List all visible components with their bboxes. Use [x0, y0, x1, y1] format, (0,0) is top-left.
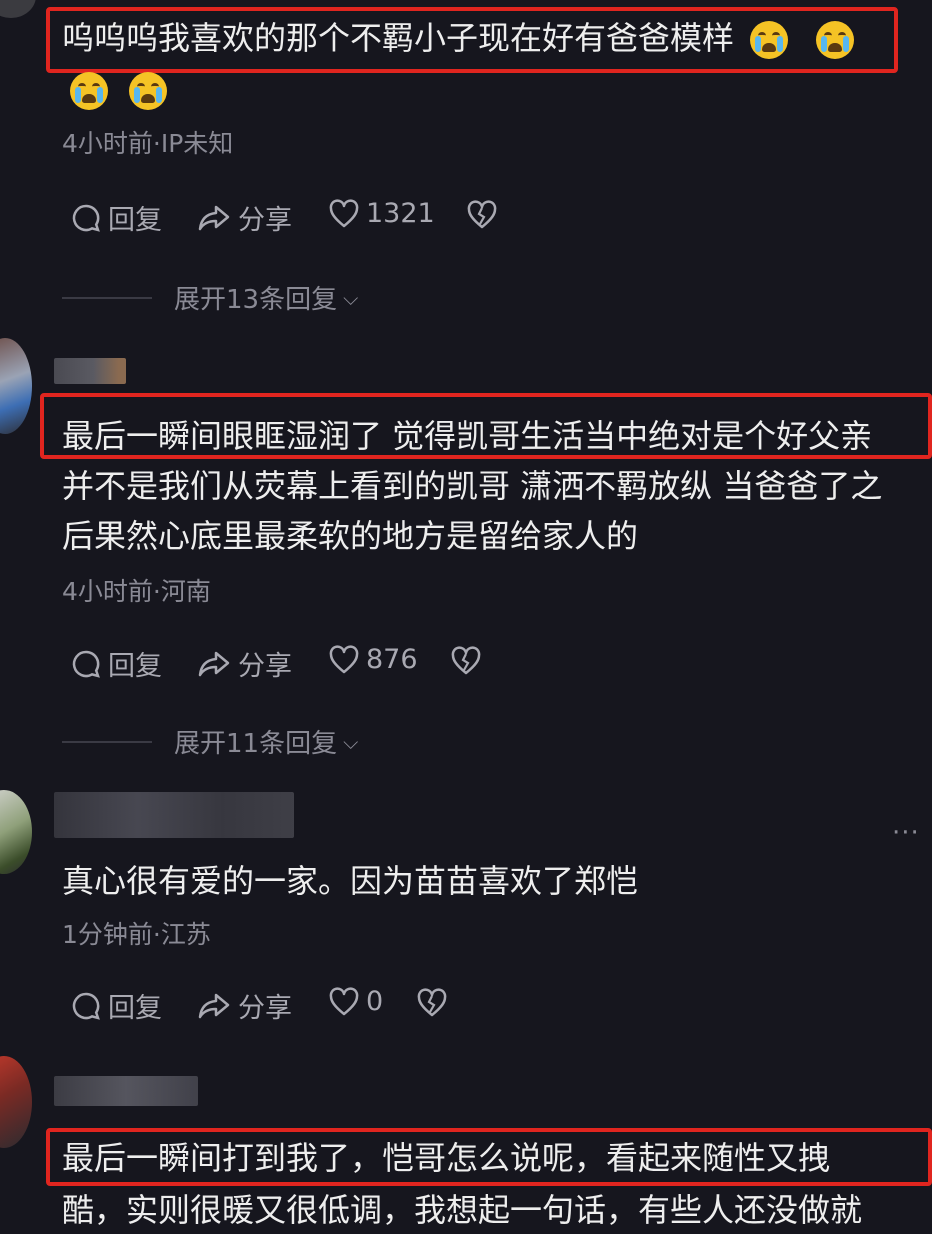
like-count: 1321 — [366, 198, 435, 229]
dislike-button[interactable] — [466, 200, 498, 230]
expand-replies-button[interactable]: 展开13条回复 ⌵ — [62, 279, 358, 316]
comment-text-line: 真心很有爱的一家。因为苗苗喜欢了郑恺 — [62, 862, 639, 900]
like-button[interactable]: 1321 — [328, 198, 435, 229]
crying-emoji-icon — [816, 21, 855, 59]
username-blurred[interactable] — [54, 358, 126, 384]
broken-heart-icon — [451, 646, 481, 675]
crying-emoji-icon — [70, 72, 108, 110]
comment-meta: 4小时前·河南 — [62, 577, 211, 606]
username-blurred[interactable] — [54, 1076, 198, 1106]
share-arrow-icon — [198, 651, 230, 676]
divider-line — [62, 740, 152, 743]
heart-icon — [329, 198, 359, 227]
comment-bubble-icon — [72, 992, 100, 1020]
share-arrow-icon — [198, 993, 230, 1018]
comment-meta: 1分钟前·江苏 — [62, 920, 211, 949]
share-button[interactable]: 分享 — [196, 644, 292, 683]
more-dots-icon[interactable]: ··· — [892, 818, 920, 848]
comment-text-line: 呜呜呜我喜欢的那个不羁小子现在好有爸爸模样 — [62, 16, 855, 60]
share-arrow-icon — [198, 205, 230, 230]
comment-meta: 4小时前·IP未知 — [62, 129, 234, 158]
comment-bubble-icon — [72, 650, 100, 678]
comment-text-line: 后果然心底里最柔软的地方是留给家人的 — [62, 517, 639, 555]
avatar[interactable] — [0, 790, 32, 874]
like-count: 0 — [366, 986, 384, 1017]
share-button[interactable]: 分享 — [196, 198, 292, 237]
broken-heart-icon — [417, 988, 447, 1017]
crying-emoji-icon — [750, 21, 789, 59]
emoji-row — [70, 72, 168, 110]
share-button[interactable]: 分享 — [196, 986, 292, 1025]
heart-icon — [329, 644, 359, 673]
crying-emoji-icon — [129, 72, 168, 110]
comment-text-line: 最后一瞬间眼眶湿润了 觉得凯哥生活当中绝对是个好父亲 — [62, 417, 873, 455]
comment-text-line: 最后一瞬间打到我了，恺哥怎么说呢，看起来随性又拽 — [62, 1139, 831, 1177]
like-count: 876 — [366, 644, 418, 675]
like-button[interactable]: 876 — [328, 644, 418, 675]
heart-icon — [329, 986, 359, 1015]
divider-line — [62, 296, 152, 299]
avatar[interactable] — [0, 1056, 32, 1148]
dislike-button[interactable] — [416, 988, 448, 1018]
comment-text-line: 并不是我们从荧幕上看到的凯哥 潇洒不羁放纵 当爸爸了之 — [62, 467, 883, 505]
comment-text-line: 酷，实则很暖又很低调，我想起一句话，有些人还没做就 — [62, 1191, 863, 1229]
expand-replies-button[interactable]: 展开11条回复 ⌵ — [62, 723, 358, 760]
broken-heart-icon — [467, 200, 497, 229]
reply-button[interactable]: 回复 — [70, 986, 162, 1025]
chevron-down-icon: ⌵ — [343, 729, 359, 754]
like-button[interactable]: 0 — [328, 986, 383, 1017]
reply-button[interactable]: 回复 — [70, 198, 162, 237]
reply-button[interactable]: 回复 — [70, 644, 162, 683]
username-blurred[interactable] — [54, 792, 294, 838]
avatar[interactable] — [0, 0, 36, 18]
dislike-button[interactable] — [450, 646, 482, 676]
chevron-down-icon: ⌵ — [343, 285, 359, 310]
avatar[interactable] — [0, 338, 32, 434]
comment-bubble-icon — [72, 204, 100, 232]
